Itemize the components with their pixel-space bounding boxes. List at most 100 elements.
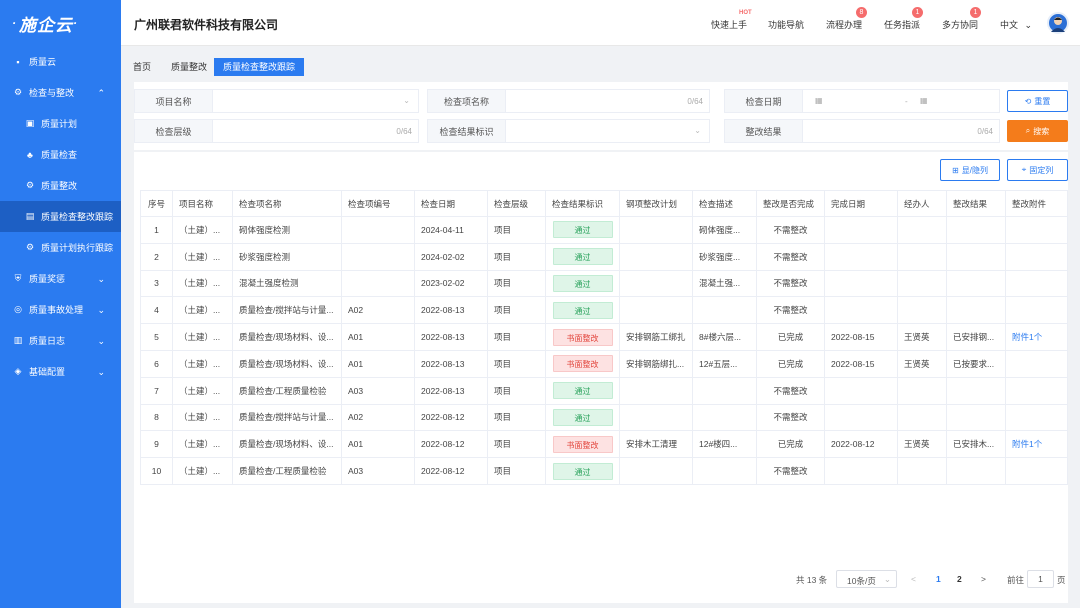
sidebar-item-8[interactable]: ◎ 质量事故处理 ⌄ — [0, 294, 121, 325]
cell-project: （土建）... — [172, 376, 233, 405]
sidebar-item-7[interactable]: ⛨ 质量奖惩 ⌄ — [0, 263, 121, 294]
result-tag: 通过 — [552, 382, 613, 400]
search-button[interactable]: ⌕ 搜索 — [1007, 120, 1068, 142]
cell-finish: 2022-08-12 — [824, 430, 898, 459]
cell-desc: 砂浆强度... — [692, 242, 757, 271]
page-2[interactable]: 2 — [957, 574, 962, 584]
sidebar-item-5[interactable]: ▤ 质量检查整改跟踪 — [0, 201, 121, 232]
result-mark-label: 检查结果标识 — [427, 119, 506, 143]
cell-done: 已完成 — [756, 349, 825, 378]
cell-result: 书面整改 — [545, 430, 620, 459]
sidebar-item-label: 质量计划 — [41, 119, 78, 129]
pagination: 共 13 条 10条/页 ⌄ < 1 2 > 前往 1 页 — [134, 570, 1068, 590]
goto-page-input[interactable]: 1 — [1027, 570, 1054, 588]
sidebar-item-4[interactable]: ⚙ 质量整改 — [0, 170, 121, 201]
sidebar-item-1[interactable]: ⚙ 检查与整改 ⌃ — [0, 77, 121, 108]
cell-no: 10 — [140, 457, 173, 485]
table-row[interactable]: 9 （土建）... 质量检查/现场材料、设... A01 2022-08-12 项目 书面整… — [140, 430, 1068, 459]
hot-icon: HOT — [739, 10, 752, 16]
table-row[interactable]: 8 （土建）... 质量检查/搅拌站与计量... A02 2022-08-12 项目 通过 不… — [140, 403, 1068, 432]
chevron-down-icon: ⌄ — [403, 96, 410, 105]
gear-icon: ⚙ — [25, 180, 35, 190]
tab-quality-tracking[interactable]: 质量检查整改跟踪 — [214, 58, 305, 76]
sidebar-item-3[interactable]: ♣ 质量检查 — [0, 139, 121, 170]
cell-item: 质量检查/工程质量检验 — [232, 457, 342, 485]
check-date-range[interactable]: ▦ - ▦ — [803, 89, 1000, 113]
attachment-link[interactable]: 附件1个 — [1012, 332, 1042, 342]
quick-start-link[interactable]: HOT 快速上手 — [711, 10, 752, 31]
cell-level: 项目 — [487, 323, 546, 351]
sidebar-item-0[interactable]: ▪ 质量云 — [0, 46, 121, 77]
rect-result-input[interactable]: 0/64 — [803, 119, 1000, 143]
project-name-select[interactable]: ⌄ — [213, 89, 419, 113]
sidebar-item-label: 质量整改 — [41, 181, 78, 191]
item-name-input[interactable]: 0/64 — [506, 89, 710, 113]
page-1[interactable]: 1 — [936, 574, 941, 584]
language-select[interactable]: 中文 ⌄ — [1000, 18, 1032, 31]
cell-plan — [619, 269, 693, 298]
cell-handler — [897, 376, 947, 405]
feature-nav-link[interactable]: 功能导航 — [768, 18, 804, 31]
sidebar-item-label: 质量检查 — [41, 150, 78, 160]
user-avatar[interactable] — [1047, 12, 1069, 34]
cell-done: 已完成 — [756, 323, 825, 351]
cell-no: 2 — [140, 242, 173, 271]
table-row[interactable]: 1 （土建）... 砌体强度检测 2024-04-11 项目 通过 砌体强度... 不需整改 — [140, 216, 1068, 244]
show-hide-columns-button[interactable]: ⊞ 显/隐列 — [940, 159, 1000, 181]
reset-button[interactable]: ⟲ 重置 — [1007, 90, 1068, 112]
attachment-link[interactable]: 附件1个 — [1012, 439, 1042, 449]
cell-rect — [946, 216, 1006, 244]
goto-label: 前往 — [1007, 575, 1025, 585]
prev-page-icon[interactable]: < — [911, 574, 916, 584]
cell-finish: 2022-08-15 — [824, 349, 898, 378]
process-link[interactable]: 8 流程办理 — [826, 7, 867, 31]
table-row[interactable]: 5 （土建）... 质量检查/现场材料、设... A01 2022-08-13 项目 书面整… — [140, 323, 1068, 351]
cell-done: 不需整改 — [756, 457, 825, 485]
collab-link[interactable]: 1 多方协同 — [942, 7, 981, 31]
table-row[interactable]: 3 （土建）... 混凝土强度检测 2023-02-02 项目 通过 混凝土强... 不需整改 — [140, 269, 1068, 298]
tab-home[interactable]: 首页 — [124, 58, 160, 76]
page-size-select[interactable]: 10条/页 ⌄ — [836, 570, 897, 588]
table-icon: ▤ — [25, 211, 35, 221]
sidebar-item-10[interactable]: ◈ 基础配置 ⌄ — [0, 356, 121, 387]
result-tag: 书面整改 — [552, 435, 613, 453]
sidebar-item-2[interactable]: ▣ 质量计划 — [0, 108, 121, 139]
filter-panel: 项目名称 ⌄ 检查项名称 0/64 检查日期 ▦ - ▦ 检查层级 0/64 检… — [134, 82, 1068, 150]
cell-code: A03 — [341, 376, 415, 405]
result-tag: 通过 — [552, 248, 613, 266]
table-row[interactable]: 2 （土建）... 砂浆强度检测 2024-02-02 项目 通过 砂浆强度... 不需整改 — [140, 242, 1068, 271]
result-mark-select[interactable]: ⌄ — [506, 119, 710, 143]
cell-level: 项目 — [487, 216, 546, 244]
calendar-icon: ▦ — [815, 96, 823, 105]
sidebar-item-9[interactable]: ▥ 质量日志 ⌄ — [0, 325, 121, 356]
cell-project: （土建）... — [172, 323, 233, 351]
cell-code: A02 — [341, 296, 415, 325]
table-row[interactable]: 7 （土建）... 质量检查/工程质量检验 A03 2022-08-13 项目 通过 不需整改 — [140, 376, 1068, 405]
fixed-columns-button[interactable]: ⌖ 固定列 — [1007, 159, 1068, 181]
table-row[interactable]: 6 （土建）... 质量检查/现场材料、设... A01 2022-08-13 项目 书面整… — [140, 349, 1068, 378]
cell-done: 不需整改 — [756, 269, 825, 298]
cell-finish — [824, 296, 898, 325]
chevron-up-icon: ⌃ — [97, 88, 105, 98]
tab-quality-rectify[interactable]: 质量整改 — [162, 58, 216, 76]
level-input[interactable]: 0/64 — [213, 119, 419, 143]
table-row[interactable]: 4 （土建）... 质量检查/搅拌站与计量... A02 2022-08-13 项目 通过 不… — [140, 296, 1068, 325]
sidebar-item-label: 质量云 — [29, 57, 57, 67]
next-page-icon[interactable]: > — [981, 574, 986, 584]
search-icon: ⌕ — [1025, 126, 1031, 135]
cell-handler — [897, 296, 947, 325]
cell-no: 5 — [140, 323, 173, 351]
sidebar-item-6[interactable]: ⚙ 质量计划执行跟踪 — [0, 232, 121, 263]
task-assign-link[interactable]: 1 任务指派 — [884, 7, 923, 31]
table-row[interactable]: 10 （土建）... 质量检查/工程质量检验 A03 2022-08-12 项目 通过 不需整… — [140, 457, 1068, 485]
column-header: 检查项编号 — [341, 190, 415, 217]
cell-code: A03 — [341, 457, 415, 485]
cell-no: 6 — [140, 349, 173, 378]
column-header: 检查项名称 — [232, 190, 342, 217]
total-count: 共 13 条 — [796, 575, 828, 585]
column-header: 检查结果标识 — [545, 190, 620, 217]
cell-no: 1 — [140, 216, 173, 244]
column-header: 检查描述 — [692, 190, 757, 217]
cell-project: （土建）... — [172, 269, 233, 298]
cell-handler — [897, 403, 947, 432]
